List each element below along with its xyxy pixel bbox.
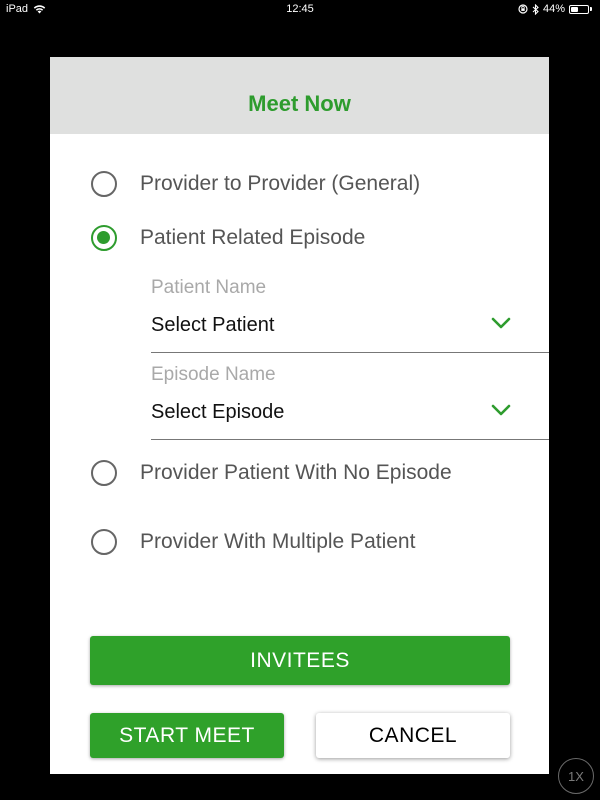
battery-fill (571, 6, 579, 12)
radio-button[interactable] (91, 460, 117, 486)
battery-cap (590, 7, 592, 11)
episode-select-dropdown[interactable]: Select Episode (151, 399, 549, 440)
cancel-button[interactable]: CANCEL (316, 713, 510, 758)
chevron-down-icon (491, 316, 511, 334)
battery-icon (569, 4, 589, 14)
option-label: Patient Related Episode (140, 226, 366, 249)
dialog-title: Meet Now (248, 90, 351, 116)
option-provider-to-provider[interactable]: Provider to Provider (General) (91, 171, 420, 197)
battery-percent: 44% (542, 3, 565, 15)
patient-select-dropdown[interactable]: Select Patient (151, 312, 549, 353)
episode-name-field: Episode Name Select Episode (151, 363, 549, 440)
radio-button-checked[interactable] (91, 225, 117, 251)
radio-button[interactable] (91, 171, 117, 197)
option-patient-related-episode[interactable]: Patient Related Episode (91, 225, 365, 251)
invitees-button[interactable]: INVITEES (90, 636, 510, 685)
option-provider-multiple-patient[interactable]: Provider With Multiple Patient (91, 529, 415, 555)
status-bar: iPad 12:45 44% (0, 0, 600, 18)
status-time: 12:45 (286, 3, 314, 15)
radio-dot (97, 231, 110, 244)
meet-now-dialog: Meet Now Provider to Provider (General) … (50, 57, 549, 774)
zoom-badge[interactable]: 1X (558, 758, 594, 794)
episode-name-label: Episode Name (151, 364, 276, 385)
patient-name-label: Patient Name (151, 277, 267, 298)
option-provider-patient-no-episode[interactable]: Provider Patient With No Episode (91, 460, 452, 486)
start-meet-button[interactable]: START MEET (90, 713, 284, 758)
radio-button[interactable] (91, 529, 117, 555)
episode-select-value: Select Episode (151, 401, 285, 423)
option-label: Provider With Multiple Patient (140, 530, 416, 553)
screen: iPad 12:45 44% Meet Now Provider to Prov… (0, 0, 600, 800)
patient-name-field: Patient Name Select Patient (151, 276, 549, 353)
bluetooth-icon (532, 3, 539, 15)
option-label: Provider Patient With No Episode (140, 461, 452, 484)
status-right: 44% (518, 0, 592, 18)
dialog-header: Meet Now (50, 57, 549, 134)
chevron-down-icon (491, 403, 511, 421)
patient-select-value: Select Patient (151, 314, 275, 336)
orientation-lock-icon (518, 4, 528, 14)
option-label: Provider to Provider (General) (140, 172, 421, 195)
